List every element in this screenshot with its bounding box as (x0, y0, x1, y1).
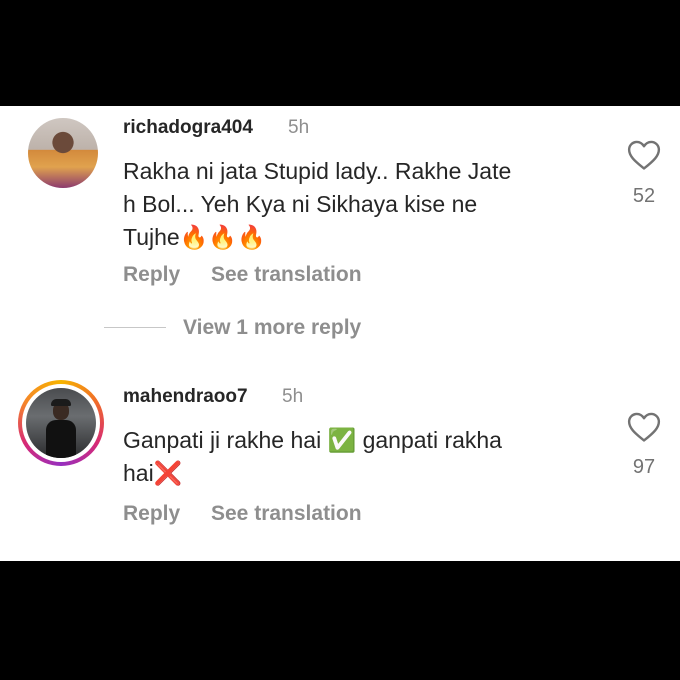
view-more-replies-button[interactable]: View 1 more reply (183, 316, 361, 340)
comment-username[interactable]: mahendraoo7 (123, 386, 248, 408)
comment-text-line: Tujhe🔥🔥🔥 (123, 224, 266, 250)
comment-username[interactable]: richadogra404 (123, 117, 253, 139)
see-translation-button[interactable]: See translation (211, 502, 362, 526)
comment-text-line: Ganpati ji rakhe hai ✅ ganpati rakha (123, 427, 502, 453)
view-replies-divider (104, 327, 166, 328)
comment-text-line: Rakha ni jata Stupid lady.. Rakhe Jate (123, 158, 512, 184)
avatar-person-cap (51, 399, 71, 406)
see-translation-button[interactable]: See translation (211, 263, 362, 287)
comment-text-line: hai❌ (123, 460, 183, 486)
comment-text-line: h Bol... Yeh Kya ni Sikhaya kise ne (123, 191, 478, 217)
avatar-person-body (46, 420, 76, 458)
avatar-story-ring[interactable] (18, 380, 104, 466)
reply-button[interactable]: Reply (123, 502, 180, 526)
avatar (26, 388, 96, 458)
like-count: 97 (632, 456, 656, 478)
avatar[interactable] (28, 118, 98, 188)
heart-outline-icon[interactable] (627, 139, 661, 171)
comment-timestamp: 5h (282, 386, 304, 407)
like-count: 52 (632, 185, 656, 207)
heart-outline-icon[interactable] (627, 411, 661, 443)
reply-button[interactable]: Reply (123, 263, 180, 287)
comment-timestamp: 5h (288, 117, 310, 138)
comments-panel: richadogra404 5h Rakha ni jata Stupid la… (0, 106, 680, 561)
